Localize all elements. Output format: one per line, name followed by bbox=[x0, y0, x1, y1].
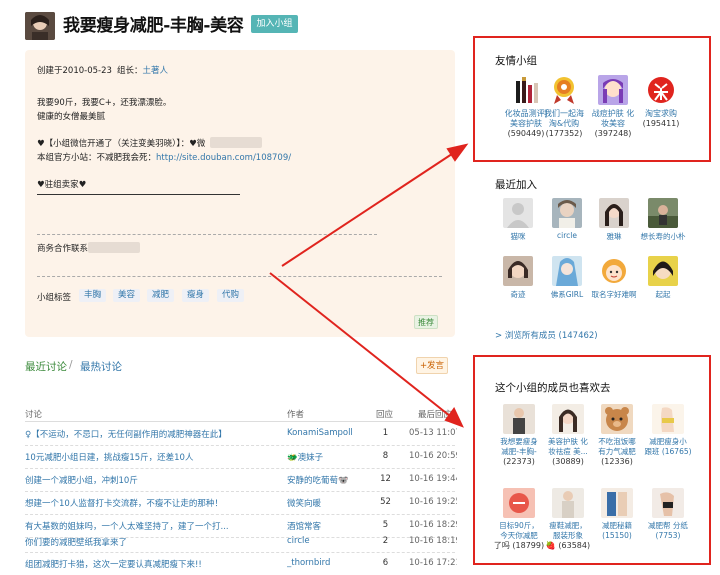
arrowhead-friend-groups bbox=[446, 143, 469, 162]
annotation-arrows bbox=[269, 143, 469, 428]
arrowhead-also-like bbox=[444, 407, 464, 428]
arrow-to-friend-groups bbox=[281, 149, 459, 267]
arrow-to-also-like bbox=[269, 272, 456, 421]
